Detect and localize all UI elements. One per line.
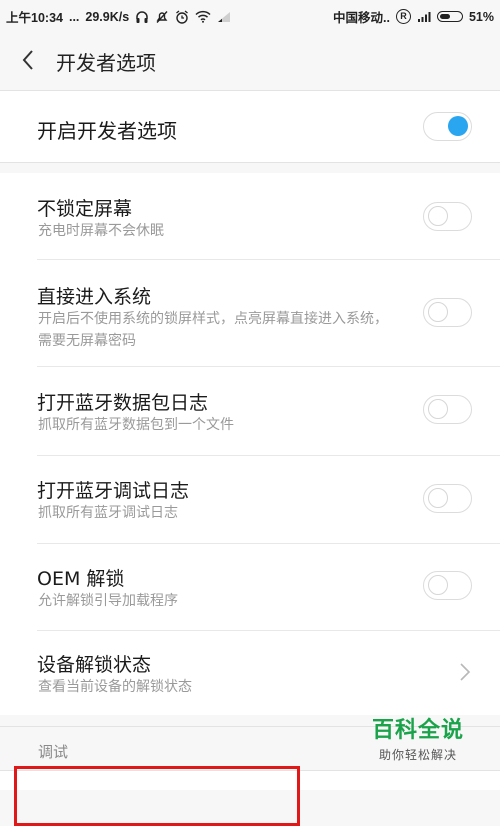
status-time: 上午10:34 [6,11,63,25]
highlight-box [14,766,300,826]
bt-debug-log-switch[interactable] [423,484,472,513]
silent-mode-icon [156,10,168,23]
bt-packet-log-switch[interactable] [423,395,472,424]
developer-options-switch[interactable] [423,112,472,141]
status-bar: 上午10:34 ... 29.9K/s 中国移动.. R 51% [0,0,500,30]
setting-subtitle: 查看当前设备的解锁状态 [38,679,192,695]
setting-device-unlock-status[interactable]: 设备解锁状态 查看当前设备的解锁状态 [0,631,500,715]
roaming-icon: R [395,9,411,24]
watermark-logo: 百科全说 助你轻松解决 [352,712,484,768]
wifi-icon [195,10,211,23]
switch-knob [428,575,448,595]
setting-stay-awake[interactable]: 不锁定屏幕 充电时屏幕不会休眠 [0,173,500,259]
switch-knob [428,399,448,419]
battery-icon [436,11,463,22]
setting-title: OEM 解锁 [37,568,125,590]
setting-title: 打开蓝牙数据包日志 [37,392,209,414]
signal-strong-icon [417,11,431,22]
setting-oem-unlock[interactable]: OEM 解锁 允许解锁引导加载程序 [0,544,500,630]
setting-title: 设备解锁状态 [37,654,152,676]
setting-direct-boot[interactable]: 直接进入系统 开启后不使用系统的锁屏样式，点亮屏幕直接进入系统，需要无屏幕密码 [0,260,500,366]
battery-fill [439,14,450,19]
page-title: 开发者选项 [56,51,156,75]
section-divider [0,162,500,163]
setting-bt-debug-log[interactable]: 打开蓝牙调试日志 抓取所有蓝牙调试日志 [0,456,500,543]
status-bar-right: 中国移动.. R 51% [333,7,494,26]
direct-boot-switch[interactable] [423,298,472,327]
setting-bt-packet-log[interactable]: 打开蓝牙数据包日志 抓取所有蓝牙数据包到一个文件 [0,367,500,455]
developer-toggle-row[interactable]: 开启开发者选项 [0,91,500,162]
setting-title: 不锁定屏幕 [37,198,133,220]
status-bar-left: 上午10:34 ... 29.9K/s [6,7,231,26]
switch-knob [428,488,448,508]
battery-percent: 51% [468,9,494,24]
setting-title: 打开蓝牙调试日志 [37,480,190,502]
setting-subtitle: 抓取所有蓝牙数据包到一个文件 [38,417,234,433]
oem-unlock-switch[interactable] [423,571,472,600]
status-dots: ... [68,9,80,24]
watermark-sub: 助你轻松解决 [378,748,457,762]
title-bar: 开发者选项 [0,30,500,90]
setting-subtitle: 抓取所有蓝牙调试日志 [38,505,178,521]
headset-icon [136,10,148,23]
carrier-name: 中国移动.. [333,11,390,25]
watermark-main: 百科全说 [371,718,464,743]
switch-knob [428,206,448,226]
setting-title: 直接进入系统 [37,286,152,308]
settings-list: 不锁定屏幕 充电时屏幕不会休眠 直接进入系统 开启后不使用系统的锁屏样式，点亮屏… [0,173,500,715]
chevron-right-icon [460,663,471,681]
switch-knob [448,116,468,136]
section-header-debug: 调试 [38,743,69,761]
alarm-icon [176,9,189,24]
network-speed: 29.9K/s [85,9,130,24]
switch-knob [428,302,448,322]
setting-subtitle: 充电时屏幕不会休眠 [38,223,164,239]
signal-weak-icon [218,11,231,22]
developer-toggle-label: 开启开发者选项 [37,119,177,143]
stay-awake-switch[interactable] [423,202,472,231]
back-arrow-icon[interactable] [18,46,38,74]
setting-subtitle: 开启后不使用系统的锁屏样式，点亮屏幕直接进入系统，需要无屏幕密码 [38,311,388,349]
setting-subtitle: 允许解锁引导加载程序 [38,593,178,609]
